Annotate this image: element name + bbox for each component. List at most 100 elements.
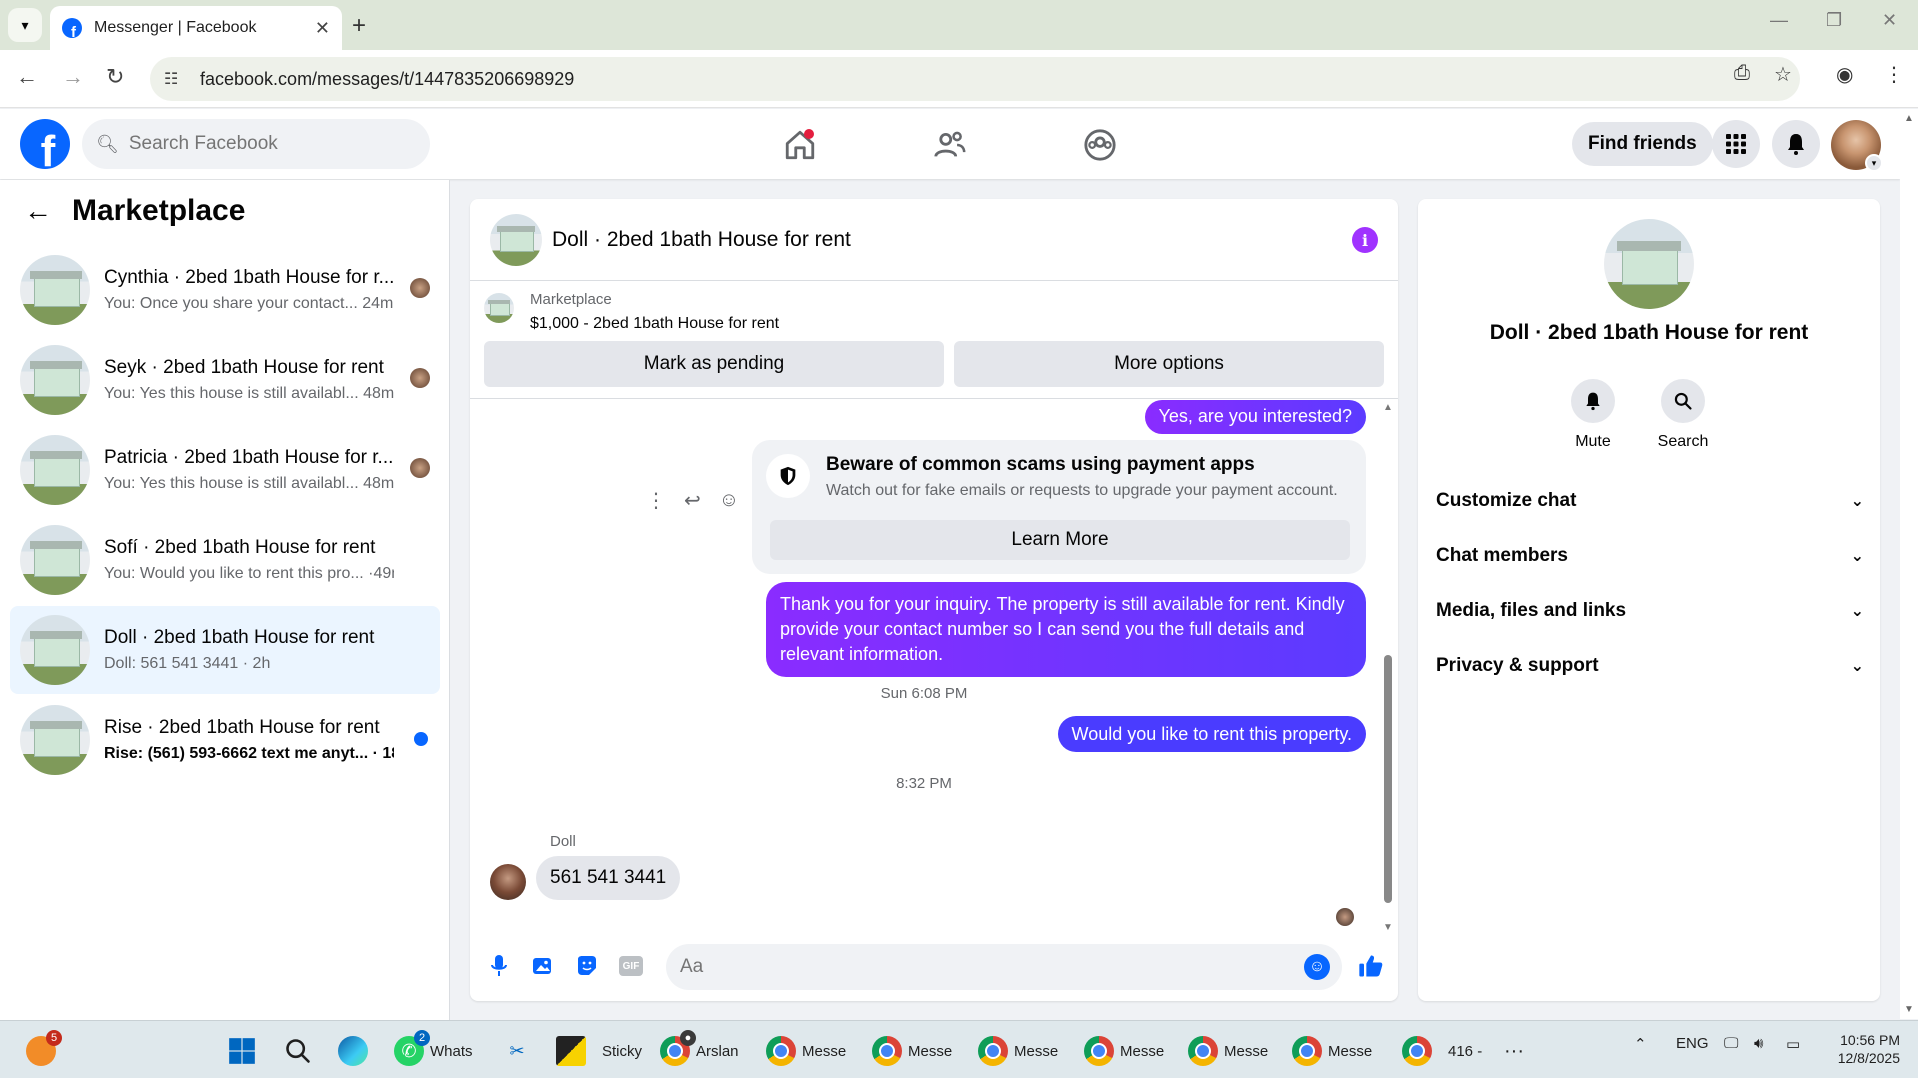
message-outgoing[interactable]: Yes, are you interested? (1144, 400, 1366, 434)
conversation-item-unread[interactable]: Rise · 2bed 1bath House for rent Rise: (… (10, 696, 440, 784)
facebook-logo-icon[interactable]: f (20, 119, 70, 169)
restore-icon[interactable]: ❐ (1826, 10, 1842, 31)
taskbar-clock[interactable]: 10:56 PM 12/8/2025 (1830, 1031, 1900, 1067)
taskbar-label: Messe (802, 1042, 847, 1060)
bookmark-star-icon[interactable]: ☆ (1774, 62, 1792, 87)
conversation-name: Doll · 2bed 1bath House for rent (104, 627, 375, 648)
tab-close-icon[interactable]: ✕ (315, 18, 330, 39)
taskbar-sticky[interactable]: Sticky (556, 1031, 642, 1071)
learn-more-button[interactable]: Learn More (770, 520, 1350, 560)
gif-icon[interactable]: GIF (616, 951, 646, 981)
close-window-icon[interactable]: ✕ (1882, 10, 1897, 31)
photo-icon[interactable] (528, 951, 558, 981)
scroll-down-icon[interactable]: ▼ (1904, 1004, 1914, 1015)
volume-icon[interactable]: 🔊︎ (1754, 1035, 1763, 1052)
battery-icon[interactable]: ▭ (1786, 1035, 1800, 1053)
facebook-search[interactable]: 🔍︎ (82, 119, 430, 169)
listing-price[interactable]: $1,000 - 2bed 1bath House for rent (530, 315, 779, 333)
emoji-icon[interactable]: ☺ (1304, 954, 1330, 980)
reply-icon[interactable]: ↩ (684, 488, 701, 513)
taskbar-chrome-messenger[interactable]: Messe (1292, 1031, 1372, 1071)
taskbar-chrome-messenger[interactable]: Messe (1188, 1031, 1268, 1071)
language-indicator[interactable]: ENG (1676, 1035, 1709, 1052)
taskbar-chrome-arslan[interactable]: ● Arslan (660, 1030, 739, 1071)
scroll-up-icon[interactable]: ▲ (1904, 113, 1914, 124)
section-customize-chat[interactable]: Customize chat ⌄ (1436, 481, 1864, 521)
menu-button[interactable] (1712, 120, 1760, 168)
forward-icon[interactable]: → (62, 64, 84, 90)
reload-icon[interactable]: ↻ (106, 64, 124, 90)
message-input[interactable] (680, 956, 1280, 978)
message-input-box[interactable]: ☺ (666, 944, 1342, 990)
nav-groups[interactable] (1078, 123, 1122, 167)
conversation-item-active[interactable]: Doll · 2bed 1bath House for rent Doll: 5… (10, 606, 440, 694)
scroll-thumb[interactable] (1384, 655, 1392, 903)
taskbar-chrome-messenger[interactable]: Messe (872, 1031, 952, 1071)
conversation-item[interactable]: Seyk · 2bed 1bath House for rent You: Ye… (10, 336, 440, 424)
search-input[interactable] (128, 133, 409, 155)
browser-tab-messenger[interactable]: f Messenger | Facebook ✕ (50, 6, 342, 50)
network-icon[interactable]: 🖵︎ (1724, 1035, 1738, 1052)
tab-list-button[interactable]: ▾ (8, 8, 42, 42)
tray-chevron-up-icon[interactable]: ⌃ (1634, 1035, 1647, 1053)
nav-friends[interactable] (928, 123, 972, 167)
message-outgoing[interactable]: Thank you for your inquiry. The property… (766, 582, 1366, 677)
new-tab-icon[interactable]: + (352, 12, 366, 40)
taskbar-chrome-416[interactable]: 416 - (1402, 1031, 1482, 1071)
section-privacy-support[interactable]: Privacy & support ⌄ (1436, 646, 1864, 686)
message-incoming[interactable]: 561 541 3441 (536, 856, 681, 900)
section-chat-members[interactable]: Chat members ⌄ (1436, 536, 1864, 576)
message-outgoing[interactable]: Would you like to rent this property. (1057, 716, 1366, 752)
start-button[interactable] (228, 1031, 256, 1071)
mark-pending-button[interactable]: Mark as pending (484, 341, 944, 387)
taskbar-edge[interactable] (338, 1031, 368, 1071)
taskbar-snipping[interactable]: ✂ (502, 1031, 532, 1071)
find-friends-button[interactable]: Find friends (1572, 122, 1713, 166)
taskbar-whatsapp[interactable]: ✆ 2 Whats (394, 1030, 473, 1071)
install-app-icon[interactable]: ⎙ (1734, 62, 1750, 85)
page-scrollbar[interactable]: ▲ ▼ (1900, 109, 1918, 1019)
conversation-item[interactable]: Cynthia · 2bed 1bath House for r... You:… (10, 246, 440, 334)
search-chat-button[interactable]: Search (1638, 379, 1728, 451)
taskbar-search[interactable] (284, 1031, 312, 1071)
scroll-up-icon[interactable]: ▲ (1383, 402, 1393, 413)
menu-kebab-icon[interactable]: ⋮ (1884, 62, 1904, 87)
section-label: Privacy & support (1436, 655, 1599, 676)
message-composer: GIF ☺ (470, 935, 1398, 1001)
sticker-icon[interactable] (572, 951, 602, 981)
nav-home[interactable] (778, 123, 822, 167)
widgets-icon: 5 (26, 1030, 62, 1066)
conversation-item[interactable]: Patricia · 2bed 1bath House for r... You… (10, 426, 440, 514)
conversation-item[interactable]: Sofí · 2bed 1bath House for rent You: Wo… (10, 516, 440, 604)
more-icon[interactable]: ⋮ (646, 488, 666, 513)
listing-thumbnail[interactable] (1604, 219, 1694, 309)
taskbar-chrome-messenger[interactable]: Messe (978, 1031, 1058, 1071)
notifications-button[interactable] (1772, 120, 1820, 168)
windows-taskbar: 5 ✆ 2 Whats ✂ Sticky ● Arslan Messe Messe… (0, 1020, 1918, 1078)
scroll-down-icon[interactable]: ▼ (1383, 922, 1393, 933)
back-arrow-icon[interactable]: ← (24, 195, 52, 227)
profile-icon[interactable]: ◉ (1836, 62, 1853, 87)
more-options-button[interactable]: More options (954, 341, 1384, 387)
account-avatar[interactable]: ▾ (1831, 120, 1883, 172)
chat-title[interactable]: Doll · 2bed 1bath House for rent (552, 228, 851, 252)
chat-scrollbar[interactable]: ▲ ▼ (1382, 400, 1394, 935)
taskbar-widgets[interactable]: 5 (26, 1030, 62, 1071)
react-emoji-icon[interactable]: ☺ (719, 489, 739, 512)
microphone-icon[interactable] (484, 951, 514, 981)
taskbar-chrome-messenger[interactable]: Messe (766, 1031, 846, 1071)
taskbar-chrome-messenger[interactable]: Messe (1084, 1031, 1164, 1071)
listing-thumbnail[interactable] (484, 293, 514, 323)
back-icon[interactable]: ← (16, 64, 38, 90)
minimize-icon[interactable]: — (1770, 10, 1788, 31)
site-info-icon[interactable]: ☷ (164, 69, 194, 89)
mute-button[interactable]: Mute (1548, 379, 1638, 451)
taskbar-overflow[interactable]: ··· (1504, 1031, 1524, 1071)
thumbs-up-icon[interactable] (1356, 951, 1386, 981)
bell-icon (1788, 134, 1804, 155)
section-media-files[interactable]: Media, files and links ⌄ (1436, 591, 1864, 631)
info-icon[interactable]: i (1352, 227, 1378, 253)
listing-thumbnail[interactable] (490, 213, 542, 266)
sender-avatar[interactable] (490, 864, 526, 900)
address-bar[interactable]: ☷ facebook.com/messages/t/14478352066989… (150, 57, 1800, 101)
